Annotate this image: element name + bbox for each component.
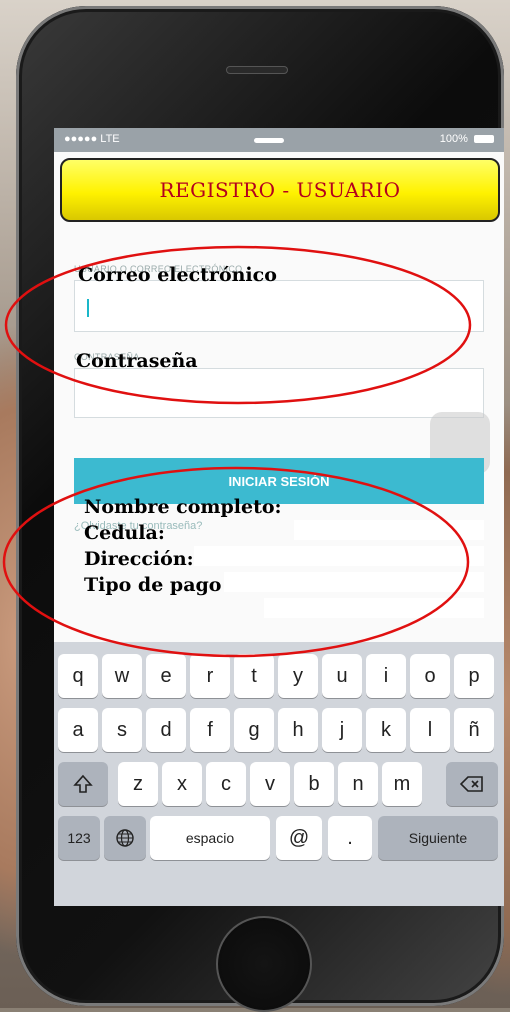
shift-arrow-icon xyxy=(73,774,93,793)
time-pill xyxy=(254,138,284,143)
at-key[interactable]: @ xyxy=(276,816,322,860)
key-s[interactable]: s xyxy=(102,708,142,752)
on-screen-keyboard: q w e r t y u i o p a s d f g h j k l ñ … xyxy=(54,642,504,906)
key-d[interactable]: d xyxy=(146,708,186,752)
key-i[interactable]: i xyxy=(366,654,406,698)
earpiece-speaker xyxy=(226,66,288,74)
red-ellipse-annotation-registration xyxy=(2,466,470,658)
globe-icon xyxy=(116,829,134,847)
key-a[interactable]: a xyxy=(58,708,98,752)
keyboard-row-1: q w e r t y u i o p xyxy=(54,654,504,700)
keyboard-row-4: 123 espacio @ . Siguiente xyxy=(54,816,504,862)
key-p[interactable]: p xyxy=(454,654,494,698)
signal-indicator: ●●●●● LTE xyxy=(64,133,120,145)
keyboard-row-2: a s d f g h j k l ñ xyxy=(54,708,504,754)
shift-key[interactable] xyxy=(58,762,108,806)
key-enye[interactable]: ñ xyxy=(454,708,494,752)
key-c[interactable]: c xyxy=(206,762,246,806)
key-e[interactable]: e xyxy=(146,654,186,698)
red-ellipse-annotation-login xyxy=(4,245,472,405)
globe-key[interactable] xyxy=(104,816,146,860)
key-n[interactable]: n xyxy=(338,762,378,806)
key-y[interactable]: y xyxy=(278,654,318,698)
key-x[interactable]: x xyxy=(162,762,202,806)
key-l[interactable]: l xyxy=(410,708,450,752)
key-q[interactable]: q xyxy=(58,654,98,698)
key-w[interactable]: w xyxy=(102,654,142,698)
home-button[interactable] xyxy=(216,916,312,1012)
numbers-key[interactable]: 123 xyxy=(58,816,100,860)
space-key[interactable]: espacio xyxy=(150,816,270,860)
backspace-icon xyxy=(460,776,483,792)
key-o[interactable]: o xyxy=(410,654,450,698)
key-v[interactable]: v xyxy=(250,762,290,806)
keyboard-row-3: z x c v b n m xyxy=(54,762,504,808)
key-f[interactable]: f xyxy=(190,708,230,752)
battery-indicator: 100% xyxy=(440,133,494,145)
dot-key[interactable]: . xyxy=(328,816,372,860)
battery-percent: 100% xyxy=(439,133,468,145)
battery-icon xyxy=(474,135,494,144)
key-u[interactable]: u xyxy=(322,654,362,698)
key-g[interactable]: g xyxy=(234,708,274,752)
registration-title-banner: REGISTRO - USUARIO xyxy=(60,158,500,222)
key-t[interactable]: t xyxy=(234,654,274,698)
key-h[interactable]: h xyxy=(278,708,318,752)
key-z[interactable]: z xyxy=(118,762,158,806)
key-j[interactable]: j xyxy=(322,708,362,752)
key-k[interactable]: k xyxy=(366,708,406,752)
key-b[interactable]: b xyxy=(294,762,334,806)
status-bar: ●●●●● LTE 100% xyxy=(54,128,504,152)
backspace-key[interactable] xyxy=(446,762,498,806)
key-r[interactable]: r xyxy=(190,654,230,698)
key-m[interactable]: m xyxy=(382,762,422,806)
next-key[interactable]: Siguiente xyxy=(378,816,498,860)
